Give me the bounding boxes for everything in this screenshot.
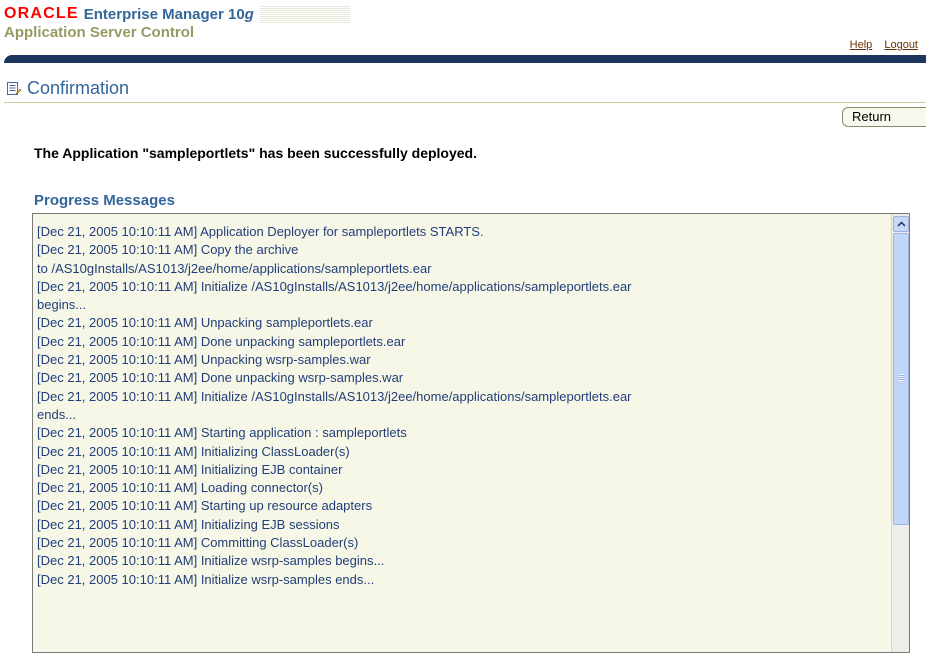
log-line: [Dec 21, 2005 10:10:11 AM] Initializing … — [37, 461, 343, 477]
title-divider — [4, 102, 926, 103]
progress-log-lines: [Dec 21, 2005 10:10:11 AM] Application D… — [37, 223, 887, 589]
log-line: [Dec 21, 2005 10:10:11 AM] Initializing … — [37, 443, 350, 459]
progress-messages-textarea[interactable]: [Dec 21, 2005 10:10:11 AM] Application D… — [32, 213, 910, 653]
log-line: begins... — [37, 297, 87, 313]
log-line: [Dec 21, 2005 10:10:11 AM] Unpacking wsr… — [37, 352, 371, 368]
brand-stripes-decoration — [259, 5, 350, 23]
product-name-text: Enterprise Manager 10 — [83, 5, 245, 23]
log-line: [Dec 21, 2005 10:10:11 AM] Initialize ws… — [37, 553, 385, 569]
progress-messages-heading: Progress Messages — [34, 192, 175, 209]
log-line: [Dec 21, 2005 10:10:11 AM] Application D… — [37, 224, 484, 239]
help-link[interactable]: Help — [850, 39, 873, 51]
document-icon — [7, 81, 22, 95]
scroll-thumb-grip — [898, 374, 904, 381]
log-line: [Dec 21, 2005 10:10:11 AM] Unpacking sam… — [37, 315, 373, 331]
log-line: [Dec 21, 2005 10:10:11 AM] Copy the arch… — [37, 242, 299, 258]
oracle-logo: ORACLE — [4, 5, 79, 22]
log-line: to /AS10gInstalls/AS1013/j2ee/home/appli… — [37, 260, 432, 276]
confirmation-message: The Application "sampleportlets" has bee… — [34, 145, 477, 161]
branding-area: ORACLE Enterprise Manager 10g Applicatio… — [4, 5, 350, 41]
log-line: [Dec 21, 2005 10:10:11 AM] Done unpackin… — [37, 370, 404, 386]
global-links: Help Logout — [841, 39, 918, 51]
log-line: ends... — [37, 406, 77, 422]
vertical-scrollbar[interactable] — [891, 214, 909, 652]
page-header: Confirmation — [6, 78, 129, 99]
log-line: [Dec 21, 2005 10:10:11 AM] Initialize /A… — [37, 388, 632, 404]
logout-link[interactable]: Logout — [884, 39, 918, 51]
log-line: [Dec 21, 2005 10:10:11 AM] Loading conne… — [37, 480, 323, 496]
return-button[interactable]: Return — [842, 107, 926, 127]
page-title: Confirmation — [27, 78, 130, 98]
log-line: [Dec 21, 2005 10:10:11 AM] Starting up r… — [37, 498, 373, 514]
scroll-thumb[interactable] — [893, 233, 909, 525]
application-subtitle: Application Server Control — [4, 24, 195, 41]
product-name: Enterprise Manager 10g — [84, 6, 254, 23]
scroll-up-button[interactable] — [893, 216, 909, 232]
log-line: [Dec 21, 2005 10:10:11 AM] Initialize /A… — [37, 278, 632, 294]
header-bar — [4, 55, 926, 63]
log-line: [Dec 21, 2005 10:10:11 AM] Initialize ws… — [37, 571, 375, 587]
chevron-up-icon — [896, 221, 906, 227]
log-line: [Dec 21, 2005 10:10:11 AM] Done unpackin… — [37, 333, 406, 349]
log-line: [Dec 21, 2005 10:10:11 AM] Starting appl… — [37, 425, 407, 441]
log-line: [Dec 21, 2005 10:10:11 AM] Committing Cl… — [37, 535, 359, 551]
product-version: g — [244, 5, 254, 23]
log-line: [Dec 21, 2005 10:10:11 AM] Initializing … — [37, 516, 340, 532]
